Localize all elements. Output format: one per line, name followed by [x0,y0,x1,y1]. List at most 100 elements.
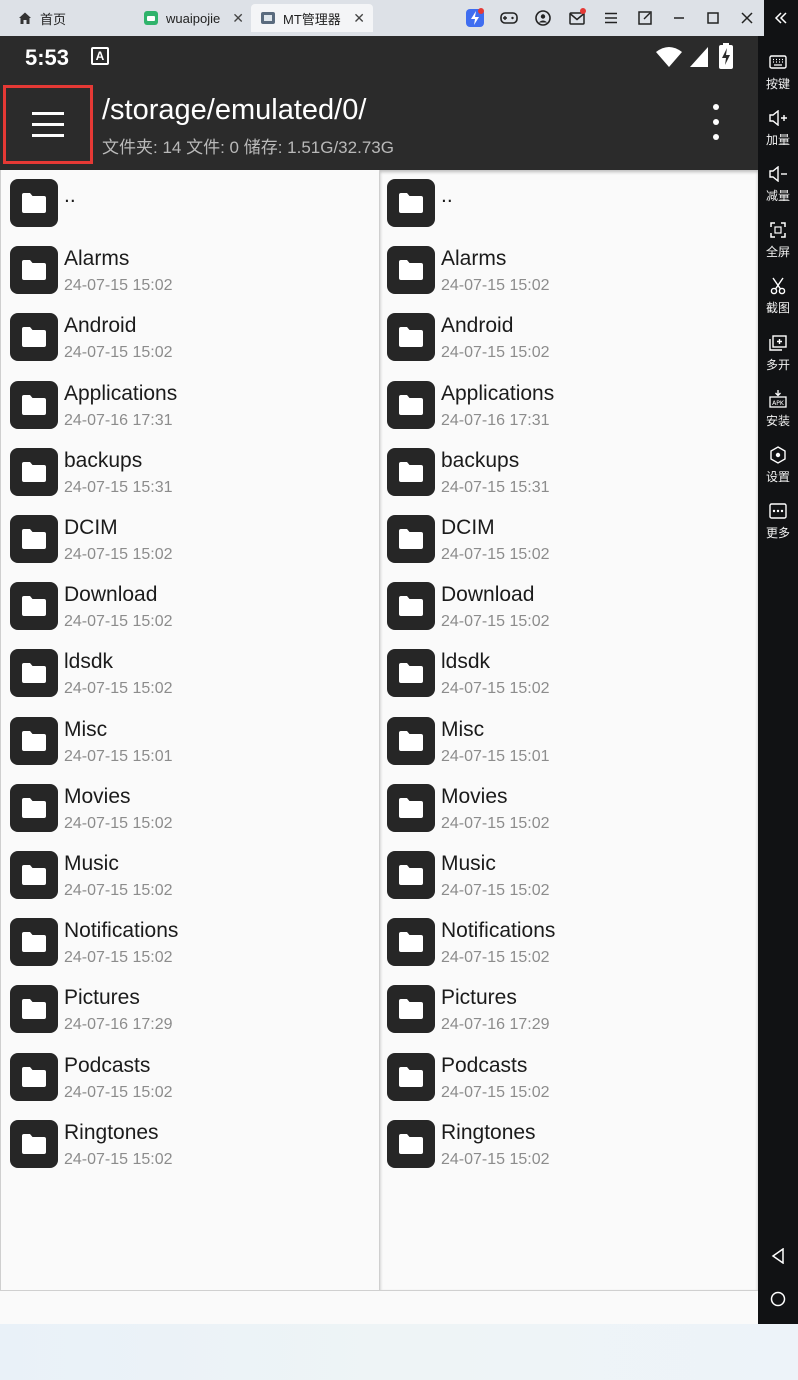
folder-icon [10,313,58,362]
folder-date: 24-07-15 15:02 [64,613,173,631]
sidebar-item-label: 按键 [765,77,790,91]
folder-row[interactable]: Music 24-07-15 15:02 [1,842,379,909]
folder-name: Alarms [441,247,507,271]
folder-row[interactable]: Misc 24-07-15 15:01 [380,708,758,775]
sidebar-item-settings[interactable]: 设置 [758,439,798,495]
collapse-sidebar-icon[interactable] [764,0,798,36]
folder-row[interactable]: Alarms 24-07-15 15:02 [1,237,379,304]
folder-row[interactable]: Notifications 24-07-15 15:02 [380,909,758,976]
mail-icon[interactable] [560,0,594,36]
folder-icon [10,1052,58,1101]
folder-icon [10,380,58,429]
folder-row[interactable]: backups 24-07-15 15:31 [380,439,758,506]
folder-name: Applications [441,381,555,405]
folder-date: 24-07-15 15:02 [441,344,550,362]
close-window-icon[interactable] [730,0,764,36]
folder-row[interactable]: ldsdk 24-07-15 15:02 [1,640,379,707]
folder-name: Notifications [64,919,179,943]
folder-row[interactable]: Applications 24-07-16 17:31 [1,372,379,439]
folder-date: 24-07-15 15:01 [441,747,550,765]
folder-name: Misc [441,717,485,741]
drawer-menu-button[interactable] [3,85,93,164]
folder-date: 24-07-16 17:31 [64,411,173,429]
right-file-pane: .. Alarms 24-07-15 15:02 Android 24-07-15 15… [380,170,758,1290]
folder-row[interactable]: Podcasts 24-07-15 15:02 [1,1044,379,1111]
folder-name: Download [441,583,535,607]
restore-window-icon[interactable] [628,0,662,36]
folder-row[interactable]: ldsdk 24-07-15 15:02 [380,640,758,707]
sidebar-item-volume-up[interactable]: 加量 [758,102,798,158]
folder-icon [387,851,435,899]
folder-row[interactable]: Podcasts 24-07-15 15:02 [380,1044,758,1111]
home-icon [18,11,32,25]
sidebar-item-keyboard[interactable]: 按键 [758,46,798,102]
folder-icon [387,515,435,563]
sidebar-item-label: 全屏 [765,245,790,259]
folder-row[interactable]: DCIM 24-07-15 15:02 [380,506,758,573]
wifi-icon [656,47,682,67]
folder-row[interactable]: Movies 24-07-15 15:02 [380,775,758,842]
folder-row[interactable]: Android 24-07-15 15:02 [1,304,379,371]
folder-row[interactable]: Music 24-07-15 15:02 [380,842,758,909]
folder-row[interactable]: Movies 24-07-15 15:02 [1,775,379,842]
tab-wuaipojie[interactable]: wuaipojie ✕ [140,4,248,32]
parent-directory-row[interactable]: .. [1,170,379,237]
folder-row[interactable]: Applications 24-07-16 17:31 [380,372,758,439]
folder-row[interactable]: Android 24-07-15 15:02 [380,304,758,371]
folder-row[interactable]: Download 24-07-15 15:02 [380,573,758,640]
sidebar-item-scissors[interactable]: 截图 [758,270,798,326]
folder-name: Ringtones [441,1120,536,1144]
folder-icon [387,179,435,227]
overflow-menu-icon[interactable] [704,104,728,140]
sidebar-item-fullscreen[interactable]: 全屏 [758,214,798,270]
folder-name: Music [64,852,119,875]
folder-icon [10,1119,58,1168]
folder-row[interactable]: Misc 24-07-15 15:01 [1,708,379,775]
folder-row[interactable]: Pictures 24-07-16 17:29 [1,976,379,1043]
parent-directory-row[interactable]: .. [380,170,758,237]
back-nav-icon[interactable] [758,1241,798,1271]
sidebar-item-apk-install[interactable]: APK 安装 [758,383,798,439]
sidebar-item-label: 加量 [765,133,790,147]
sidebar-item-more[interactable]: 更多 [758,495,798,551]
keyboard-icon [768,52,788,72]
boost-icon[interactable] [458,0,492,36]
folder-date: 24-07-15 15:02 [64,546,173,563]
maximize-icon[interactable] [696,0,730,36]
folder-icon [387,246,435,295]
folder-icon [387,649,435,698]
close-icon[interactable]: ✕ [353,10,365,27]
folder-name: Applications [64,381,178,405]
tab-home[interactable]: 首页 [18,4,138,32]
folder-icon [387,985,435,1034]
emulator-tab-bar: 首页 wuaipojie ✕ MT管理器 ✕ [0,0,798,36]
tab-mt-manager[interactable]: MT管理器 ✕ [251,4,373,32]
folder-row[interactable]: Download 24-07-15 15:02 [1,573,379,640]
home-nav-icon[interactable] [758,1284,798,1314]
close-icon[interactable]: ✕ [232,10,244,27]
folder-row[interactable]: Ringtones 24-07-15 15:02 [380,1111,758,1178]
folder-row[interactable]: backups 24-07-15 15:31 [1,439,379,506]
emulator-bottom-area [0,1324,798,1380]
folder-icon [387,1052,435,1101]
folder-row[interactable]: DCIM 24-07-15 15:02 [1,506,379,573]
folder-name: DCIM [64,516,118,539]
left-file-pane: .. Alarms 24-07-15 15:02 Android 24-07-15 15… [0,170,380,1290]
sidebar-item-multi-instance[interactable]: 多开 [758,327,798,383]
folder-row[interactable]: Alarms 24-07-15 15:02 [380,237,758,304]
folder-row[interactable]: Notifications 24-07-15 15:02 [1,909,379,976]
multi-instance-icon [768,333,788,353]
gamepad-icon[interactable] [492,0,526,36]
minimize-icon[interactable] [662,0,696,36]
folder-name: Music [441,852,496,875]
account-icon[interactable] [526,0,560,36]
folder-row[interactable]: Ringtones 24-07-15 15:02 [1,1111,379,1178]
scissors-icon [768,276,788,296]
folder-date: 24-07-16 17:29 [64,1016,173,1034]
sidebar-item-volume-down[interactable]: 减量 [758,158,798,214]
menu-icon[interactable] [594,0,628,36]
folder-icon [10,783,58,832]
folder-row[interactable]: Pictures 24-07-16 17:29 [380,976,758,1043]
folder-icon [387,783,435,832]
volume-up-icon [768,108,788,128]
